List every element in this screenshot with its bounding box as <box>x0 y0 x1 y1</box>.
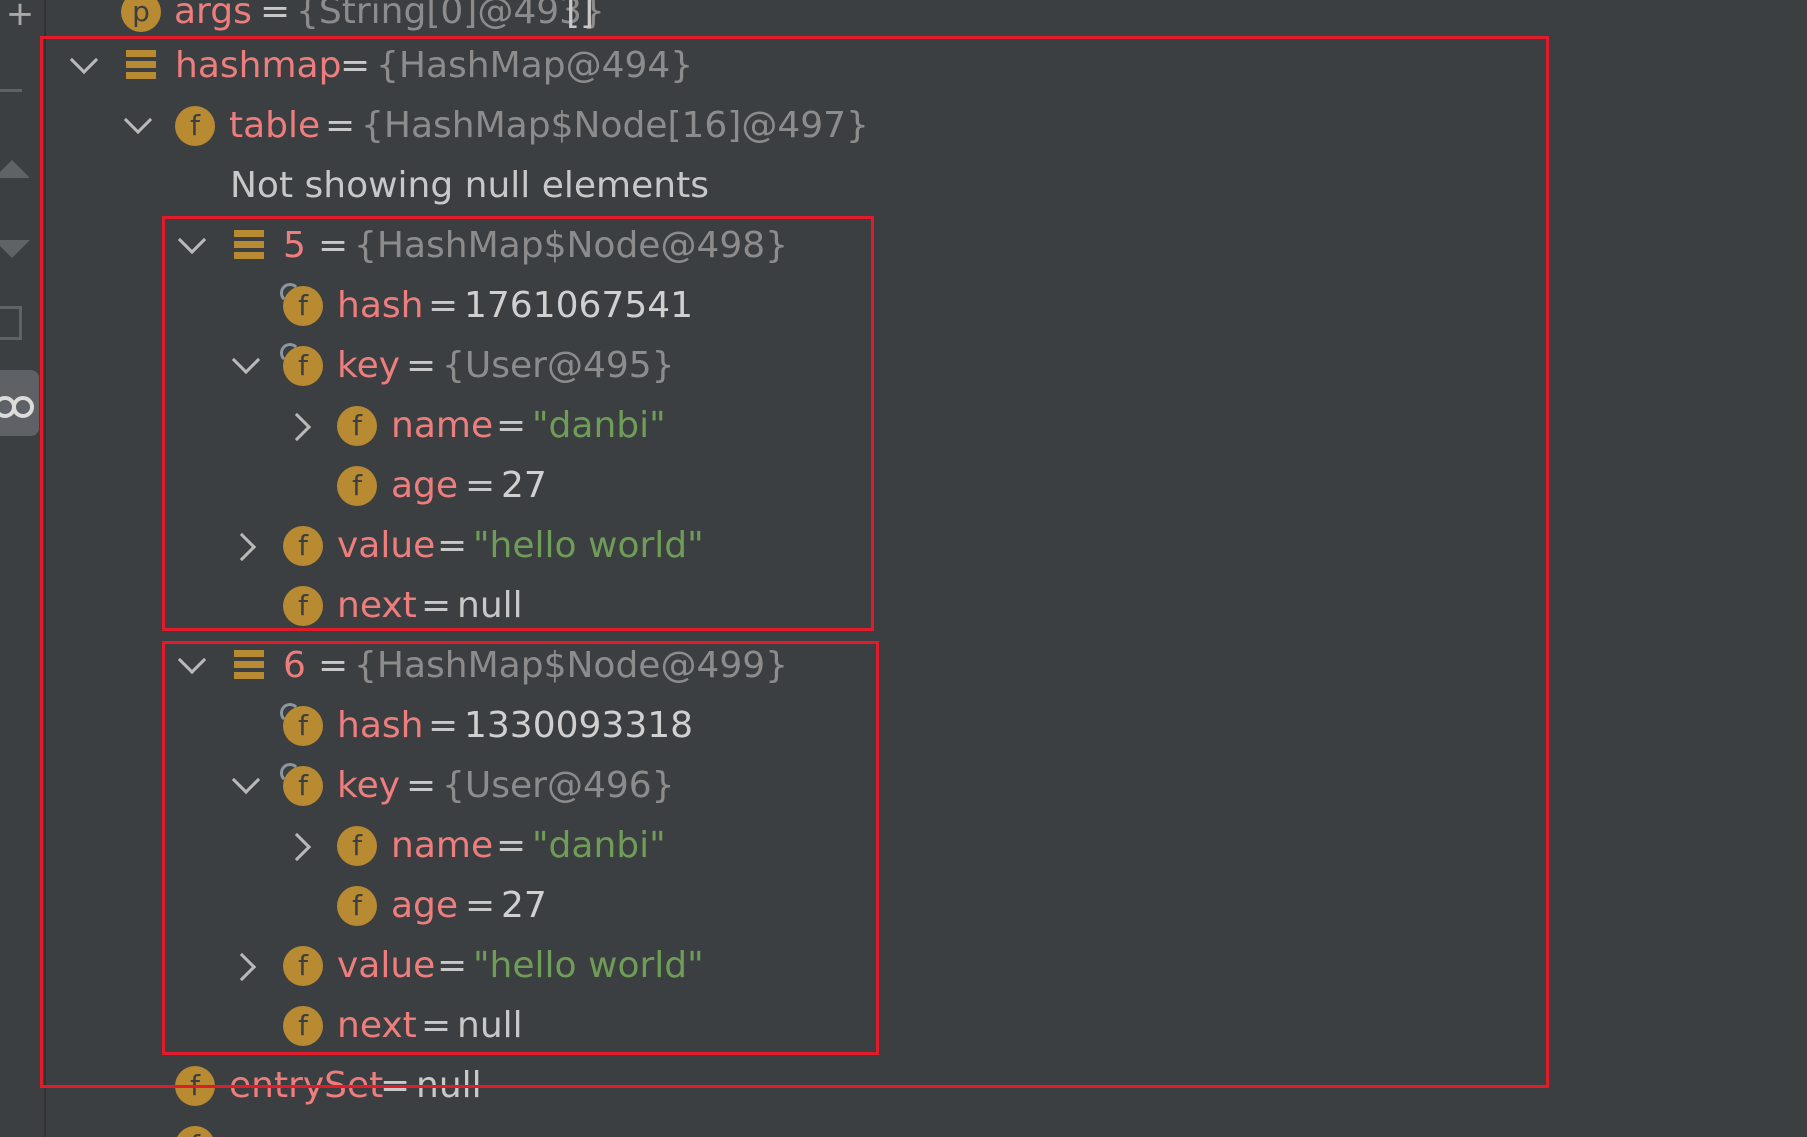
map-object-icon <box>126 50 156 82</box>
chevron-down-icon[interactable] <box>174 216 214 276</box>
variable-name: key <box>337 345 401 386</box>
numeric-value: 1330093318 <box>464 705 694 746</box>
variable-name: hash <box>337 285 424 326</box>
map-object-icon <box>234 650 264 682</box>
null-elements-note: Not showing null elements <box>230 165 709 206</box>
chevron-right-icon[interactable] <box>283 816 323 876</box>
chevron-right-icon[interactable] <box>228 936 268 996</box>
final-field-icon: f <box>280 283 323 326</box>
final-field-icon: f <box>280 763 323 806</box>
equals-sign: = <box>421 585 452 626</box>
equals-sign: = <box>380 1065 411 1106</box>
equals-sign: = <box>406 765 437 806</box>
equals-sign: = <box>428 285 459 326</box>
chevron-right-icon[interactable] <box>228 516 268 576</box>
field-icon: f <box>337 826 377 866</box>
field-icon: f <box>283 586 323 626</box>
field-icon: f <box>283 526 323 566</box>
numeric-value: 1761067541 <box>464 285 694 326</box>
variable-name: entrySet <box>229 1065 384 1106</box>
string-value: "hello world" <box>473 945 704 986</box>
null-value: null <box>416 1065 482 1106</box>
field-icon: f <box>337 886 377 926</box>
final-field-icon: f <box>280 343 323 386</box>
variable-name: age <box>391 885 459 926</box>
equals-sign: = <box>428 705 459 746</box>
string-value: "danbi" <box>532 405 666 446</box>
null-value: null <box>457 585 523 626</box>
equals-sign: = <box>496 825 527 866</box>
equals-sign: = <box>406 345 437 386</box>
numeric-value: 27 <box>501 465 547 506</box>
chevron-down-icon[interactable] <box>120 96 160 156</box>
variable-name: hashmap <box>175 45 342 86</box>
equals-sign: = <box>437 525 468 566</box>
chevron-right-icon[interactable] <box>283 396 323 456</box>
equals-sign: = <box>318 225 349 266</box>
field-icon: f <box>175 1066 215 1106</box>
type-reference: {User@495} <box>442 345 675 386</box>
variable-name: key <box>337 765 401 806</box>
variable-name: value <box>337 525 436 566</box>
final-field-icon: f <box>280 703 323 746</box>
chevron-down-icon[interactable] <box>66 36 106 96</box>
variable-name: next <box>337 1005 417 1046</box>
string-value: "danbi" <box>532 825 666 866</box>
variable-name: age <box>391 465 459 506</box>
equals-sign: = <box>325 105 356 146</box>
equals-sign: = <box>465 465 496 506</box>
variable-name: name <box>391 405 494 446</box>
variable-name: table <box>229 105 321 146</box>
equals-sign: = <box>496 405 527 446</box>
field-icon: f <box>283 946 323 986</box>
field-icon: f <box>337 406 377 446</box>
debugger-variables-panel: + p args = {String[0]@493} [] hashmap = … <box>0 0 1807 1137</box>
field-icon: f <box>175 1126 215 1137</box>
field-icon: f <box>175 106 215 146</box>
map-object-icon <box>234 230 264 262</box>
equals-sign: = <box>465 885 496 926</box>
chevron-down-icon[interactable] <box>228 336 268 396</box>
string-value: "hello world" <box>473 525 704 566</box>
variables-tree: p args = {String[0]@493} [] hashmap = {H… <box>0 0 1807 1137</box>
variable-name: 5 <box>283 225 306 266</box>
chevron-down-icon[interactable] <box>174 636 214 696</box>
type-reference: {User@496} <box>442 765 675 806</box>
variable-name: value <box>337 945 436 986</box>
field-icon: f <box>337 466 377 506</box>
type-reference: {HashMap$Node[16]@497} <box>361 105 869 146</box>
variable-name: name <box>391 825 494 866</box>
equals-sign: = <box>421 1005 452 1046</box>
chevron-down-icon[interactable] <box>228 756 268 816</box>
variable-name: next <box>337 585 417 626</box>
equals-sign: = <box>437 945 468 986</box>
type-reference: {HashMap@494} <box>376 45 694 86</box>
equals-sign: = <box>318 645 349 686</box>
variable-name: 6 <box>283 645 306 686</box>
parameter-icon: p <box>121 0 161 32</box>
type-reference: {HashMap$Node@499} <box>354 645 789 686</box>
numeric-value: 27 <box>501 885 547 926</box>
equals-sign: = <box>340 45 371 86</box>
field-icon: f <box>283 1006 323 1046</box>
variable-name: hash <box>337 705 424 746</box>
type-reference: {HashMap$Node@498} <box>354 225 789 266</box>
null-value: null <box>457 1005 523 1046</box>
